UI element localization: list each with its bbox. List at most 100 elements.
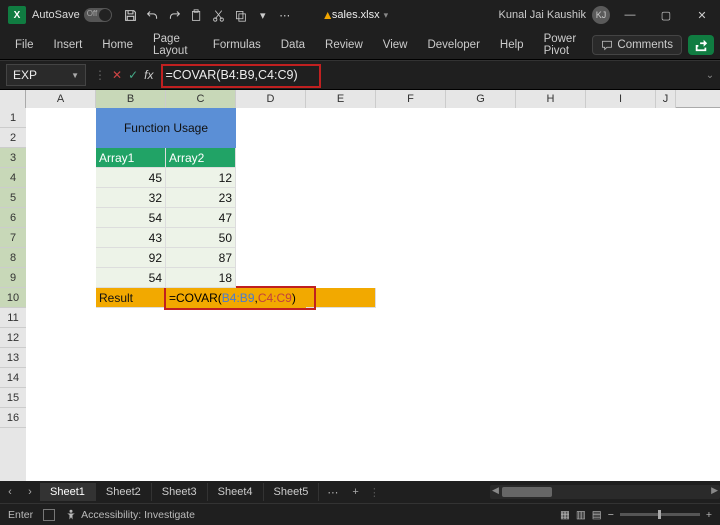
cell-title[interactable]: Function Usage [96, 108, 236, 148]
zoom-slider[interactable] [620, 513, 700, 516]
row-header-1[interactable]: 1 [0, 108, 26, 128]
row-header-16[interactable]: 16 [0, 408, 26, 428]
new-sheet-icon[interactable]: + [346, 486, 364, 498]
minimize-button[interactable]: — [612, 0, 648, 30]
enter-icon[interactable]: ✓ [128, 68, 138, 82]
save-icon[interactable] [124, 8, 138, 22]
row-header-5[interactable]: 5 [0, 188, 26, 208]
col-header-I[interactable]: I [586, 90, 656, 108]
cell-editing[interactable]: =COVAR(B4:B9,C4:C9) [166, 288, 306, 308]
zoom-in-button[interactable]: + [706, 509, 712, 521]
col-header-E[interactable]: E [306, 90, 376, 108]
sheet-tab-sheet5[interactable]: Sheet5 [264, 483, 320, 501]
row-header-3[interactable]: 3 [0, 148, 26, 168]
chevron-down-icon[interactable]: ▾ [384, 10, 389, 21]
name-box[interactable]: EXP ▼ [6, 64, 86, 86]
sheet-tab-sheet3[interactable]: Sheet3 [152, 483, 208, 501]
share-button[interactable] [688, 35, 714, 55]
autosave-toggle[interactable]: AutoSave Off [32, 8, 112, 22]
horizontal-scrollbar[interactable]: ◀ ▶ [490, 485, 720, 499]
fx-icon[interactable]: fx [144, 68, 153, 82]
cell-result-label[interactable]: Result [96, 288, 166, 308]
col-header-J[interactable]: J [656, 90, 676, 108]
row-header-4[interactable]: 4 [0, 168, 26, 188]
more-icon[interactable]: ⋯ [278, 8, 292, 22]
cells-area[interactable]: Function Usage Result =COVAR(B4:B9,C4:C9… [26, 108, 720, 481]
cell-C8[interactable]: 87 [166, 248, 236, 268]
row-header-11[interactable]: 11 [0, 308, 26, 328]
sheet-tab-sheet2[interactable]: Sheet2 [96, 483, 152, 501]
row-header-7[interactable]: 7 [0, 228, 26, 248]
row-header-8[interactable]: 8 [0, 248, 26, 268]
tab-next-icon[interactable]: › [28, 486, 32, 498]
cell-C5[interactable]: 23 [166, 188, 236, 208]
cancel-icon[interactable]: ✕ [112, 68, 122, 82]
user-avatar[interactable]: KJ [592, 6, 610, 24]
cell-C9[interactable]: 18 [166, 268, 236, 288]
ribbon-tab-formulas[interactable]: Formulas [204, 34, 270, 56]
col-header-B[interactable]: B [96, 90, 166, 108]
cell-B7[interactable]: 43 [96, 228, 166, 248]
view-normal-icon[interactable]: ▦ [560, 509, 570, 521]
col-header-C[interactable]: C [166, 90, 236, 108]
view-page-icon[interactable]: ▥ [576, 509, 586, 521]
scrollbar-thumb[interactable] [502, 487, 552, 497]
formula-input[interactable]: =COVAR(B4:B9,C4:C9) [161, 64, 700, 86]
paste-icon[interactable] [190, 8, 204, 22]
maximize-button[interactable]: ▢ [648, 0, 684, 30]
chevron-down-icon[interactable]: ▼ [71, 71, 79, 80]
row-header-2[interactable]: 2 [0, 128, 26, 148]
cell-C4[interactable]: 12 [166, 168, 236, 188]
row-header-6[interactable]: 6 [0, 208, 26, 228]
macro-record-icon[interactable] [43, 509, 55, 521]
row-header-14[interactable]: 14 [0, 368, 26, 388]
row-header-13[interactable]: 13 [0, 348, 26, 368]
sheet-tab-sheet1[interactable]: Sheet1 [40, 483, 96, 501]
col-header-F[interactable]: F [376, 90, 446, 108]
zoom-out-button[interactable]: − [608, 509, 614, 521]
cell-result-fill-e[interactable] [306, 288, 376, 308]
cell-B3[interactable]: Array1 [96, 148, 166, 168]
toggle-switch[interactable]: Off [84, 8, 112, 22]
accessibility-status[interactable]: Accessibility: Investigate [81, 509, 195, 521]
tab-more-icon[interactable]: ⋯ [319, 486, 346, 499]
tab-prev-icon[interactable]: ‹ [8, 486, 12, 498]
row-header-10[interactable]: 10 [0, 288, 26, 308]
worksheet-grid[interactable]: ABCDEFGHIJ 12345678910111213141516 Funct… [0, 90, 720, 481]
ribbon-tab-page-layout[interactable]: Page Layout [144, 28, 202, 62]
col-header-D[interactable]: D [236, 90, 306, 108]
close-button[interactable]: ✕ [684, 0, 720, 30]
cell-B4[interactable]: 45 [96, 168, 166, 188]
row-header-9[interactable]: 9 [0, 268, 26, 288]
col-header-H[interactable]: H [516, 90, 586, 108]
col-header-A[interactable]: A [26, 90, 96, 108]
row-header-12[interactable]: 12 [0, 328, 26, 348]
redo-icon[interactable] [168, 8, 182, 22]
ribbon-tab-power-pivot[interactable]: Power Pivot [535, 28, 591, 62]
cell-C6[interactable]: 47 [166, 208, 236, 228]
cell-C7[interactable]: 50 [166, 228, 236, 248]
ribbon-tab-help[interactable]: Help [491, 34, 533, 56]
sheet-tab-sheet4[interactable]: Sheet4 [208, 483, 264, 501]
chevron-down-icon[interactable]: ▾ [256, 8, 270, 22]
ribbon-tab-review[interactable]: Review [316, 34, 372, 56]
cell-B8[interactable]: 92 [96, 248, 166, 268]
undo-icon[interactable] [146, 8, 160, 22]
ribbon-tab-home[interactable]: Home [93, 34, 142, 56]
cut-icon[interactable] [212, 8, 226, 22]
copy-icon[interactable] [234, 8, 248, 22]
col-header-G[interactable]: G [446, 90, 516, 108]
comments-button[interactable]: Comments [592, 35, 682, 55]
view-break-icon[interactable]: ▤ [592, 509, 602, 521]
cell-B6[interactable]: 54 [96, 208, 166, 228]
ribbon-tab-view[interactable]: View [374, 34, 417, 56]
row-header-15[interactable]: 15 [0, 388, 26, 408]
cell-B9[interactable]: 54 [96, 268, 166, 288]
ribbon-tab-data[interactable]: Data [272, 34, 314, 56]
cell-B5[interactable]: 32 [96, 188, 166, 208]
expand-formula-bar-icon[interactable]: ⌄ [700, 70, 720, 81]
ribbon-tab-developer[interactable]: Developer [418, 34, 488, 56]
cell-C3[interactable]: Array2 [166, 148, 236, 168]
ribbon-tab-file[interactable]: File [6, 34, 43, 56]
select-all-corner[interactable] [0, 90, 26, 108]
